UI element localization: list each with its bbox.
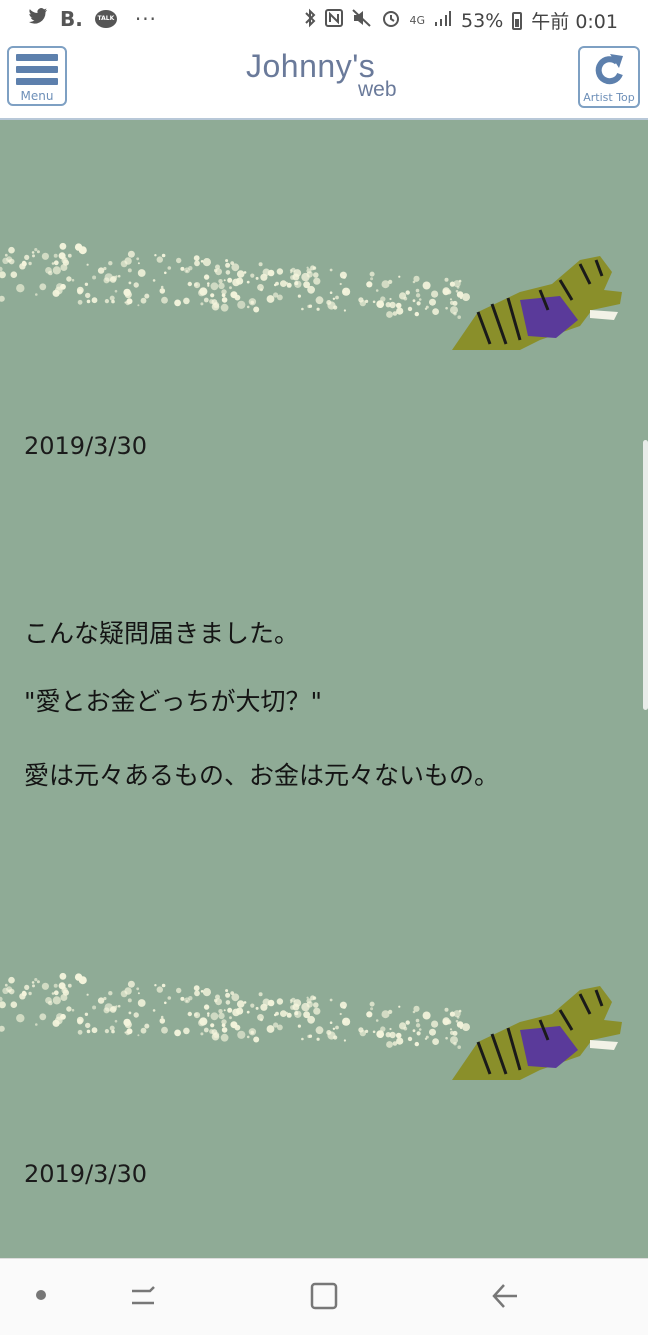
tiger-banner-2 [0,972,622,1080]
signal-icon [434,9,452,33]
tiger-image [452,986,622,1080]
alarm-icon [381,8,401,34]
status-bar: B. TALK ··· 4G 53% 午前 0:01 [0,0,648,38]
b-icon: B. [60,7,83,31]
logo-main-text: Johnny's [246,48,376,84]
post-text-line: "愛とお金どっちが大切？" [24,687,322,716]
post-text-line: こんな疑問届きました。 [24,619,300,648]
recent-apps-icon[interactable] [128,1281,158,1311]
battery-percent: 53% [461,9,504,32]
network-icon: 4G [409,13,426,27]
johnnys-web-logo[interactable]: Johnny's web [246,48,416,108]
app-header: Menu Johnny's web Artist Top [0,38,648,120]
menu-button[interactable]: Menu [7,46,67,106]
more-icon: ··· [134,7,157,31]
menu-label: Menu [20,89,54,103]
bluetooth-icon [304,8,316,34]
tiger-banner-1 [0,242,622,350]
mute-icon [351,8,372,33]
post-date: 2019/3/30 [24,1160,148,1188]
artist-top-label: Artist Top [583,91,635,104]
android-nav-bar [0,1258,648,1335]
post-date: 2019/3/30 [24,432,148,460]
home-icon[interactable] [309,1281,339,1311]
tiger-image [452,256,622,350]
nfc-icon [324,8,343,33]
battery-icon [512,11,523,30]
talk-icon: TALK [94,10,117,28]
twitter-icon [28,7,48,31]
menu-icon [16,54,58,90]
return-arrow-icon [595,54,623,85]
dot-icon[interactable] [36,1290,46,1300]
blog-content[interactable]: 2019/3/30 こんな疑問届きました。 "愛とお金どっちが大切？" 愛は元々… [0,120,648,1258]
artist-top-button[interactable]: Artist Top [578,46,640,108]
logo-sub-text: web [358,78,397,101]
back-icon[interactable] [490,1281,520,1311]
status-time: 午前 0:01 [531,11,618,33]
scroll-indicator[interactable] [643,440,648,710]
post-text-line: 愛は元々あるもの、お金は元々ないもの。 [24,761,500,790]
